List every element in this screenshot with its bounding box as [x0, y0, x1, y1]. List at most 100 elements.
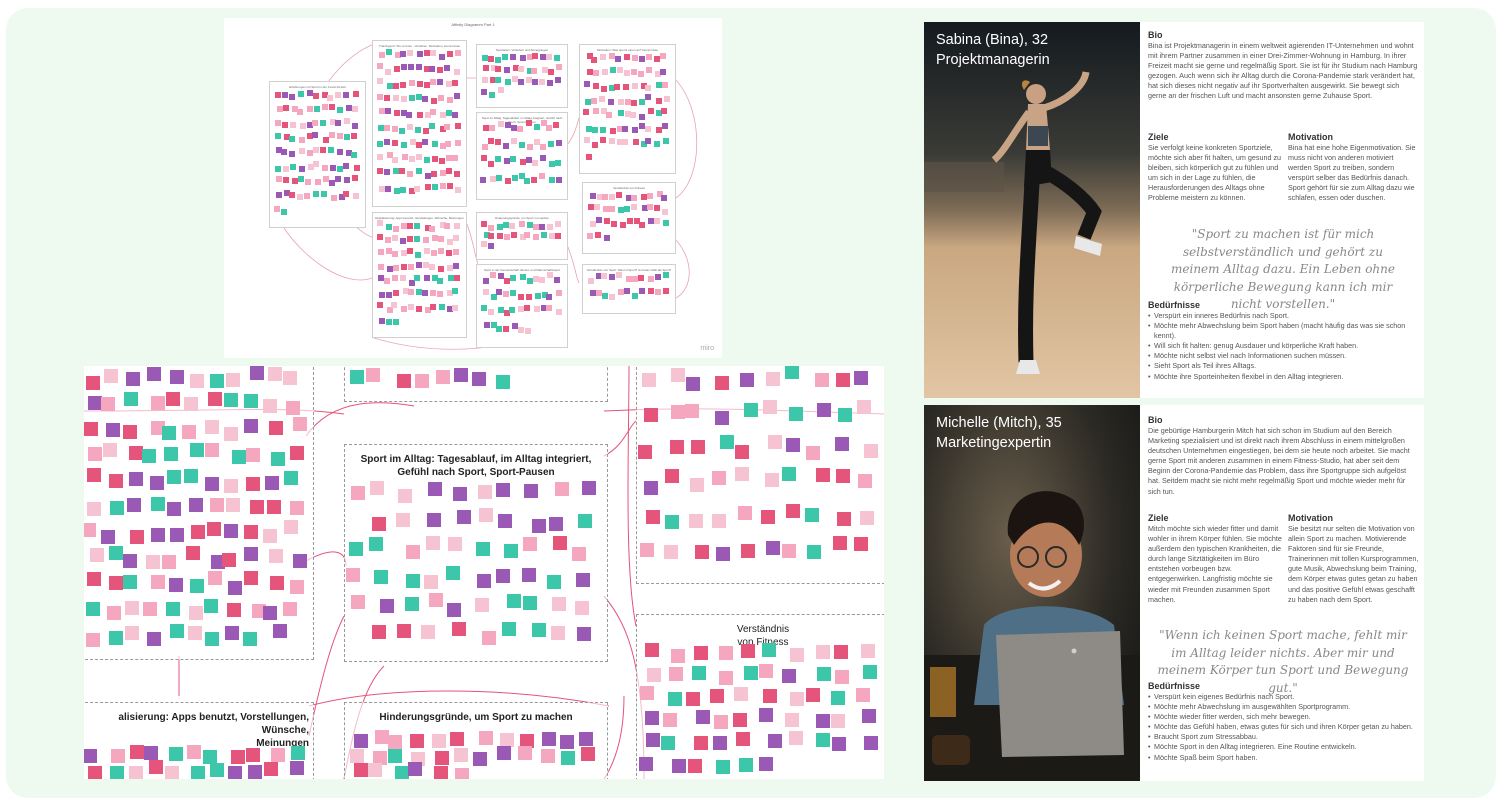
sticky-note	[244, 525, 259, 539]
sticky-note	[190, 443, 205, 458]
sticky-note	[431, 155, 438, 162]
sticky-note	[482, 277, 489, 284]
sticky-note	[336, 107, 343, 114]
sticky-note	[275, 176, 282, 183]
sticky-note	[126, 371, 141, 386]
sticky-note	[554, 276, 561, 283]
sticky-note	[517, 125, 523, 132]
sticky-note	[321, 164, 328, 171]
sticky-note	[509, 155, 516, 162]
sticky-note	[386, 223, 393, 230]
sticky-note	[806, 545, 821, 559]
sticky-note	[205, 443, 219, 457]
sticky-note	[379, 52, 386, 59]
sticky-note	[743, 665, 758, 680]
sticky-note	[321, 190, 328, 197]
sticky-note	[785, 713, 800, 727]
sticky-note	[759, 707, 774, 722]
sticky-note	[393, 83, 400, 90]
sticky-note	[609, 127, 616, 134]
sticky-note	[227, 603, 242, 618]
sticky-note	[223, 393, 238, 408]
sticky-note	[391, 275, 398, 282]
persona-name-michelle: Michelle (Mitch), 35 Marketingexpertin	[936, 413, 1062, 453]
sticky-note	[452, 234, 459, 241]
sticky-note	[284, 471, 299, 486]
sticky-note	[576, 626, 591, 641]
sticky-note	[407, 64, 414, 71]
sticky-note	[645, 85, 652, 92]
sticky-note	[289, 136, 296, 143]
ov-cluster-8: Sport in der Gemeinschaft: Einzel- und M…	[476, 264, 568, 348]
persona-text-michelle: Bio Die gebürtige Hamburgerin Mitch hat …	[1148, 405, 1418, 781]
ov-cluster-5: Verständnis von Fitness	[582, 182, 676, 254]
motivation-heading: Motivation	[1288, 132, 1333, 142]
sticky-note	[416, 51, 423, 58]
sticky-note	[660, 108, 667, 115]
sticky-note	[399, 275, 406, 281]
sticky-note	[283, 601, 298, 616]
sticky-note	[433, 765, 448, 779]
sticky-note	[497, 307, 504, 314]
sticky-note	[87, 765, 102, 779]
sticky-note	[604, 218, 611, 225]
sticky-note	[645, 137, 652, 144]
sticky-note	[525, 294, 532, 301]
sticky-note	[546, 294, 553, 301]
sticky-note	[663, 219, 670, 226]
sticky-note	[267, 500, 281, 514]
sticky-note	[109, 630, 124, 645]
sticky-note	[555, 140, 562, 147]
sticky-note	[481, 305, 488, 312]
sticky-note	[416, 112, 423, 119]
sticky-note	[647, 287, 654, 294]
sticky-note	[715, 410, 730, 425]
sticky-note	[300, 123, 306, 130]
sticky-note	[454, 186, 461, 193]
sticky-note	[223, 427, 238, 441]
sticky-note	[90, 548, 105, 562]
sticky-note	[453, 368, 468, 383]
sticky-note	[224, 478, 239, 493]
motivation-text: Sie besitzt nur selten die Motivation vo…	[1288, 524, 1419, 604]
sticky-note	[109, 576, 124, 591]
sticky-note	[663, 272, 670, 279]
sticky-note	[444, 123, 451, 130]
sticky-note	[407, 124, 414, 130]
sticky-note	[534, 123, 541, 130]
sticky-note	[638, 275, 645, 282]
persona-name-line1: Sabina (Bina), 32	[936, 32, 1049, 48]
sticky-note	[429, 225, 435, 232]
sticky-note	[377, 140, 383, 147]
sticky-note	[306, 150, 313, 157]
sticky-note	[292, 417, 307, 432]
sticky-note	[88, 447, 103, 461]
sticky-note	[834, 436, 849, 451]
sticky-note	[632, 55, 639, 61]
sticky-note	[767, 435, 782, 449]
sticky-note	[146, 632, 161, 647]
sticky-note	[208, 571, 223, 586]
sticky-note	[447, 96, 453, 103]
bio-text: Bina ist Projektmanagerin in einem weltw…	[1148, 41, 1418, 101]
sticky-note	[353, 192, 360, 199]
sticky-note	[126, 497, 141, 512]
sticky-note	[284, 519, 299, 534]
sticky-note	[615, 55, 622, 62]
sticky-note	[431, 249, 438, 256]
sticky-note	[532, 234, 539, 241]
sticky-note	[781, 467, 796, 482]
sticky-note	[608, 137, 615, 144]
sticky-note	[408, 263, 414, 270]
sticky-note	[483, 289, 489, 296]
sticky-note	[123, 553, 137, 568]
sticky-note	[670, 440, 684, 455]
sticky-note	[246, 448, 260, 463]
sticky-note	[439, 53, 446, 60]
sticky-note	[208, 392, 223, 406]
sticky-note	[392, 289, 399, 296]
sticky-note	[687, 758, 702, 773]
sticky-note	[589, 289, 596, 296]
zoom-cluster-topcenter	[344, 366, 608, 402]
sticky-note	[350, 749, 365, 764]
